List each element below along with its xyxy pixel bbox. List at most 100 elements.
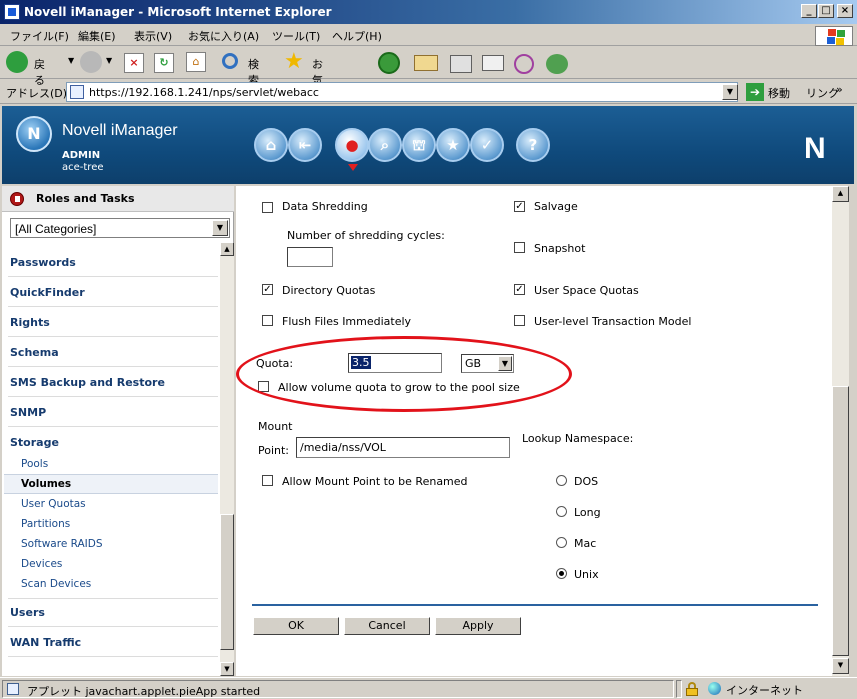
- flush-files-checkbox[interactable]: [262, 315, 273, 326]
- snapshot-checkbox[interactable]: [514, 242, 525, 253]
- category-rights[interactable]: Rights: [10, 316, 50, 329]
- menu-view[interactable]: 表示(V): [134, 28, 172, 44]
- refresh-icon[interactable]: ↻: [154, 53, 174, 73]
- salvage-checkbox[interactable]: ✓: [514, 201, 525, 212]
- category-select[interactable]: [All Categories] ▼: [10, 218, 230, 238]
- task-volumes[interactable]: Volumes: [21, 478, 71, 490]
- shredding-cycles-input[interactable]: [287, 247, 333, 267]
- category-schema[interactable]: Schema: [10, 346, 59, 359]
- category-snmp[interactable]: SNMP: [10, 406, 46, 419]
- apply-button[interactable]: Apply: [435, 617, 521, 635]
- salvage-label: Salvage: [534, 200, 578, 213]
- category-sms-backup-restore[interactable]: SMS Backup and Restore: [10, 376, 165, 389]
- messenger-icon[interactable]: [546, 54, 568, 74]
- roles-tasks-title: Roles and Tasks: [36, 192, 135, 205]
- view-objects-icon[interactable]: ⌕: [368, 128, 402, 162]
- user-level-transaction-checkbox[interactable]: [514, 315, 525, 326]
- divider: [8, 626, 218, 627]
- stop-icon[interactable]: ×: [124, 53, 144, 73]
- links-chevron-icon[interactable]: »: [836, 83, 843, 96]
- address-bar: アドレス(D) https://192.168.1.241/nps/servle…: [0, 80, 857, 104]
- scroll-thumb[interactable]: [220, 514, 234, 650]
- directory-quotas-checkbox[interactable]: ✓: [262, 284, 273, 295]
- task-partitions[interactable]: Partitions: [21, 518, 70, 530]
- user-space-quotas-checkbox[interactable]: ✓: [514, 284, 525, 295]
- print-icon[interactable]: [450, 55, 472, 73]
- category-wan-traffic[interactable]: WAN Traffic: [10, 636, 81, 649]
- exit-icon[interactable]: ⇤: [288, 128, 322, 162]
- minimize-button[interactable]: _: [801, 4, 817, 18]
- user-level-transaction-label: User-level Transaction Model: [534, 315, 692, 328]
- main-scrollbar[interactable]: ▲ ▼: [832, 186, 849, 676]
- history-icon[interactable]: [378, 52, 400, 74]
- menu-file[interactable]: ファイル(F): [10, 28, 69, 44]
- namespace-unix-radio[interactable]: [556, 568, 567, 579]
- namespace-mac-radio[interactable]: [556, 537, 567, 548]
- home-page-icon[interactable]: ⌂: [186, 52, 206, 72]
- mount-point-input[interactable]: /media/nss/VOL: [296, 437, 510, 458]
- close-button[interactable]: ×: [837, 4, 853, 18]
- links-button[interactable]: リンク: [806, 85, 839, 101]
- cancel-button[interactable]: Cancel: [344, 617, 430, 635]
- task-software-raids[interactable]: Software RAIDS: [21, 538, 103, 550]
- configure-icon[interactable]: ⛫: [402, 128, 436, 162]
- home-icon[interactable]: ⌂: [254, 128, 288, 162]
- namespace-mac-label: Mac: [574, 537, 597, 550]
- task-devices[interactable]: Devices: [21, 558, 62, 570]
- divider: [8, 656, 218, 657]
- back-arrow-icon: [6, 51, 28, 73]
- edit-icon[interactable]: [482, 55, 504, 71]
- menu-favorites[interactable]: お気に入り(A): [188, 28, 259, 44]
- back-dropdown-icon[interactable]: ▼: [68, 56, 74, 65]
- category-quickfinder[interactable]: QuickFinder: [10, 286, 85, 299]
- allow-rename-checkbox[interactable]: [262, 475, 273, 486]
- scroll-down-icon[interactable]: ▼: [832, 658, 849, 674]
- scroll-up-icon[interactable]: ▲: [220, 242, 234, 256]
- category-passwords[interactable]: Passwords: [10, 256, 76, 269]
- menu-edit[interactable]: 編集(E): [78, 28, 116, 44]
- category-users[interactable]: Users: [10, 606, 45, 619]
- mount-label: Mount: [258, 420, 293, 433]
- address-dropdown-icon[interactable]: ▼: [722, 84, 738, 100]
- task-list: Passwords QuickFinder Rights Schema SMS …: [2, 242, 220, 676]
- divider: [8, 426, 218, 427]
- favorites-icon[interactable]: ★: [436, 128, 470, 162]
- preferences-icon[interactable]: ✓: [470, 128, 504, 162]
- collapse-pane-icon[interactable]: [10, 192, 24, 206]
- menu-help[interactable]: ヘルプ(H): [332, 28, 382, 44]
- help-icon[interactable]: ?: [516, 128, 550, 162]
- category-selected-value: [All Categories]: [15, 222, 97, 236]
- discuss-icon[interactable]: [514, 54, 534, 74]
- forward-dropdown-icon[interactable]: ▼: [106, 56, 112, 65]
- scroll-down-icon[interactable]: ▼: [220, 662, 234, 676]
- task-list-scrollbar[interactable]: ▲ ▼: [220, 242, 234, 676]
- window-titlebar[interactable]: Novell iManager - Microsoft Internet Exp…: [0, 0, 857, 24]
- novell-logo-icon: N: [16, 116, 52, 152]
- go-arrow-icon[interactable]: ➔: [746, 83, 764, 101]
- scroll-thumb[interactable]: [832, 386, 849, 656]
- task-pools[interactable]: Pools: [21, 458, 48, 470]
- category-dropdown-icon[interactable]: ▼: [212, 220, 228, 236]
- maximize-button[interactable]: □: [818, 4, 834, 18]
- go-button[interactable]: 移動: [768, 85, 790, 101]
- roles-tasks-header[interactable]: Roles and Tasks: [2, 186, 234, 212]
- novell-brand-mark: N: [804, 132, 826, 165]
- task-scan-devices[interactable]: Scan Devices: [21, 578, 91, 590]
- data-shredding-checkbox[interactable]: [262, 202, 273, 213]
- roles-tasks-icon[interactable]: ●: [335, 128, 369, 162]
- category-storage[interactable]: Storage: [10, 436, 59, 449]
- namespace-dos-radio[interactable]: [556, 475, 567, 486]
- namespace-long-radio[interactable]: [556, 506, 567, 517]
- product-title: Novell iManager: [62, 122, 178, 139]
- status-bar: アプレット javachart.applet.pieApp started イン…: [0, 677, 857, 699]
- address-input[interactable]: https://192.168.1.241/nps/servlet/webacc: [66, 82, 738, 102]
- divider: [8, 396, 218, 397]
- mail-icon[interactable]: [414, 55, 438, 71]
- security-zone-label: インターネット: [726, 684, 803, 697]
- menu-tools[interactable]: ツール(T): [272, 28, 320, 44]
- tree-name: ace-tree: [62, 162, 104, 173]
- task-user-quotas[interactable]: User Quotas: [21, 498, 86, 510]
- star-icon: ★: [284, 49, 304, 74]
- scroll-up-icon[interactable]: ▲: [832, 186, 849, 202]
- ok-button[interactable]: OK: [253, 617, 339, 635]
